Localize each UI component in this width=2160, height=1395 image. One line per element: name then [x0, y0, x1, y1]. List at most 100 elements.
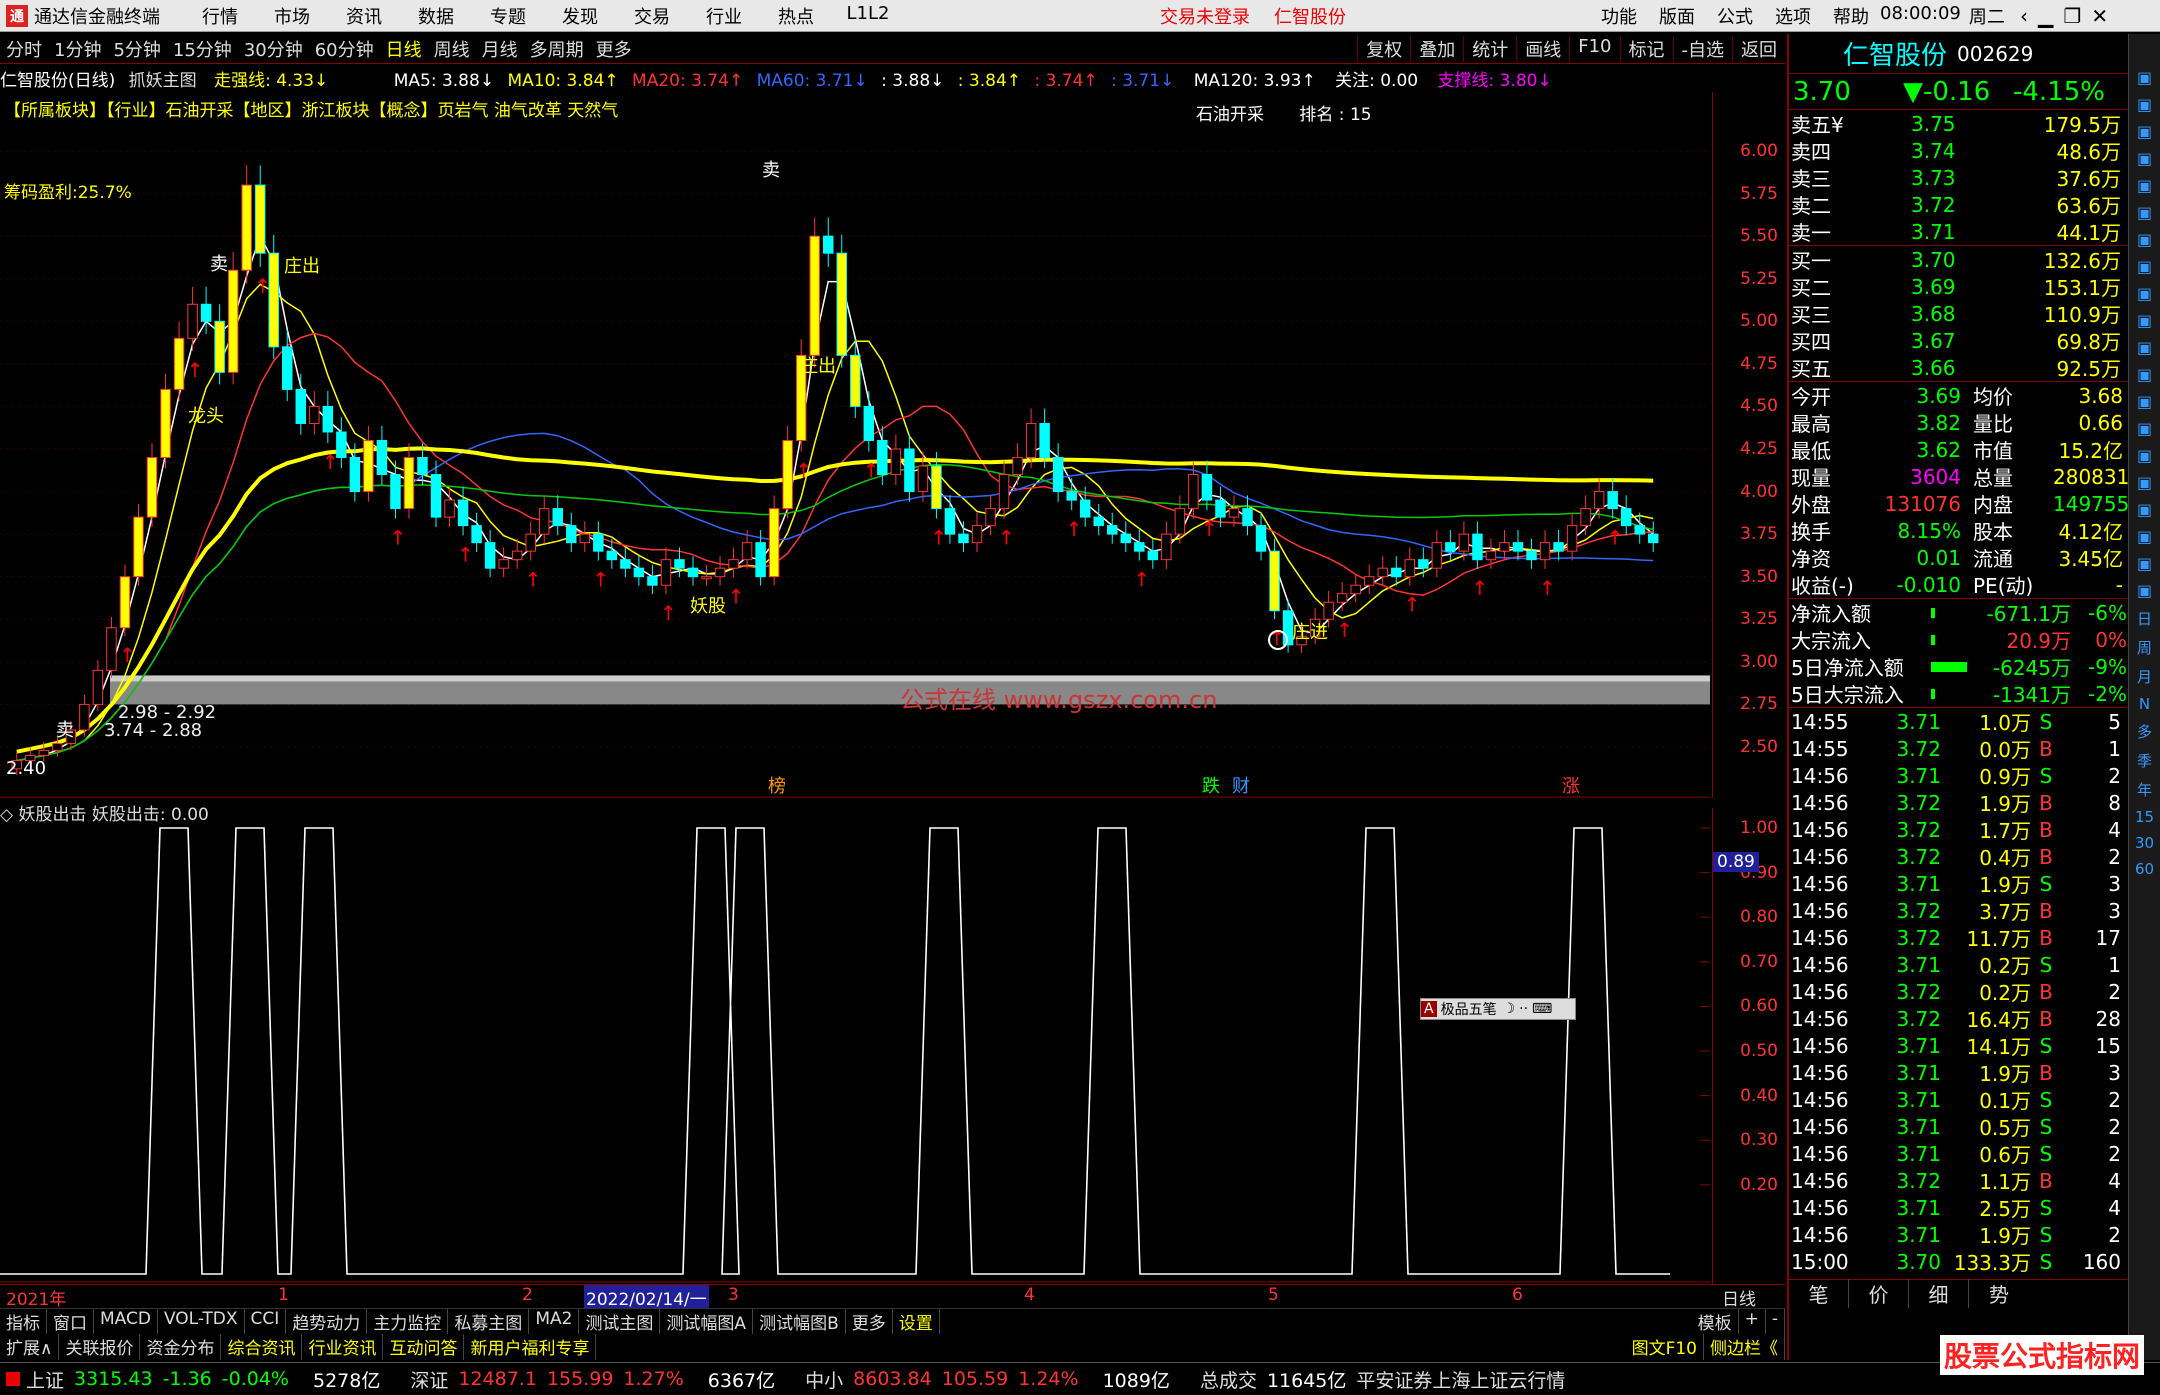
- list-icon[interactable]: ▣: [2137, 149, 2152, 168]
- menu-item[interactable]: 行情: [184, 3, 256, 29]
- sz-label[interactable]: 深证: [410, 1366, 448, 1393]
- menu-item[interactable]: 交易: [616, 3, 688, 29]
- tab-monitor[interactable]: 主力监控: [367, 1309, 449, 1334]
- tab-more[interactable]: 更多: [846, 1309, 893, 1334]
- main-indicator-name[interactable]: 抓妖主图: [129, 71, 197, 91]
- menu-function[interactable]: 功能: [1590, 3, 1648, 29]
- tab-qa[interactable]: 互动问答: [383, 1334, 465, 1360]
- tab-macd[interactable]: MACD: [94, 1309, 158, 1334]
- menu-help[interactable]: 帮助: [1822, 3, 1880, 29]
- tab-ma2[interactable]: MA2: [529, 1309, 580, 1334]
- candlestick-chart[interactable]: ↑↑↑↑↑↑↑ ↑↑↑↑ ↑↑ ↑ ↑↑↑↑ ↑↑↑ ↑↑卖卖卖庄出庄出龙头妖股庄进2.98…: [0, 92, 1710, 798]
- period-tab[interactable]: 30分钟: [238, 36, 309, 62]
- tab-test-main[interactable]: 测试主图: [579, 1309, 661, 1334]
- menu-item[interactable]: L1L2: [832, 3, 904, 29]
- pen-icon[interactable]: ▣: [2137, 500, 2152, 519]
- tab-expand[interactable]: 扩展∧: [0, 1334, 60, 1360]
- orderbook-row[interactable]: 卖三 3.73 37.6万: [1789, 164, 2127, 192]
- strip-period[interactable]: 30: [2135, 834, 2154, 852]
- period-tab[interactable]: 1分钟: [48, 36, 107, 62]
- zx-label[interactable]: 中小: [805, 1366, 843, 1393]
- sh-label[interactable]: 上证: [26, 1366, 64, 1393]
- period-tab-daily[interactable]: 日线: [380, 36, 428, 62]
- tab-trend[interactable]: 趋势动力: [286, 1309, 368, 1334]
- strip-period[interactable]: 周: [2137, 637, 2152, 658]
- menu-item[interactable]: 行业: [688, 3, 760, 29]
- period-tab[interactable]: 月线: [476, 36, 524, 62]
- tab-settings[interactable]: 设置: [893, 1309, 940, 1334]
- chart-icon[interactable]: ▣: [2137, 122, 2152, 141]
- fuquan-button[interactable]: 复权: [1357, 35, 1410, 62]
- orderbook-row[interactable]: 买五 3.66 92.5万: [1789, 354, 2127, 382]
- period-tab-more[interactable]: 更多: [590, 36, 638, 62]
- tab-f10[interactable]: 图文F10: [1626, 1334, 1704, 1360]
- strip-period[interactable]: 多: [2137, 721, 2152, 742]
- overlay-button[interactable]: 叠加: [1410, 35, 1463, 62]
- ime-toolbar[interactable]: A 极品五笔 ☽ ·· ⌨: [1420, 998, 1576, 1020]
- template-button[interactable]: 模板: [1692, 1309, 1739, 1334]
- orderbook-row[interactable]: 卖四 3.74 48.6万: [1789, 137, 2127, 165]
- tab-sidebar[interactable]: 侧边栏《: [1704, 1334, 1785, 1360]
- menu-item[interactable]: 市场: [256, 3, 328, 29]
- period-tab[interactable]: 15分钟: [167, 36, 238, 62]
- period-tab[interactable]: 分时: [0, 36, 48, 62]
- back-icon[interactable]: ‹: [2020, 4, 2028, 28]
- strip-period[interactable]: 60: [2135, 860, 2154, 878]
- period-tab[interactable]: 5分钟: [107, 36, 166, 62]
- remove-button[interactable]: -: [1766, 1309, 1785, 1334]
- menu-layout[interactable]: 版面: [1648, 3, 1706, 29]
- f10-button[interactable]: F10: [1569, 35, 1619, 62]
- punct-icon[interactable]: ··: [1519, 1001, 1528, 1017]
- tab-shi[interactable]: 势: [1969, 1279, 2029, 1308]
- menu-item[interactable]: 发现: [544, 3, 616, 29]
- tab-news[interactable]: 综合资讯: [221, 1334, 303, 1360]
- period-tab[interactable]: 周线: [428, 36, 476, 62]
- text-icon[interactable]: ▣: [2137, 338, 2152, 357]
- tab-private[interactable]: 私募主图: [448, 1309, 530, 1334]
- tab-indicator[interactable]: 指标: [0, 1309, 47, 1334]
- indicator-chart[interactable]: [0, 822, 1710, 1284]
- tab-industry-news[interactable]: 行业资讯: [302, 1334, 384, 1360]
- sync-icon[interactable]: ▣: [2137, 419, 2152, 438]
- restore-icon[interactable]: ❐: [2063, 4, 2081, 28]
- stats-button[interactable]: 统计: [1463, 35, 1516, 62]
- mail-icon[interactable]: ▣: [2137, 527, 2152, 546]
- return-button[interactable]: 返回: [1732, 35, 1785, 62]
- orderbook-row[interactable]: 买一 3.70 132.6万: [1789, 246, 2127, 274]
- orderbook-row[interactable]: 买二 3.69 153.1万: [1789, 273, 2127, 301]
- orderbook-row[interactable]: 买三 3.68 110.9万: [1789, 300, 2127, 328]
- tab-test-a[interactable]: 测试幅图A: [660, 1309, 754, 1334]
- period-tab[interactable]: 多周期: [524, 36, 590, 62]
- tab-welfare[interactable]: 新用户福利专享: [464, 1334, 597, 1360]
- mark-button[interactable]: 标记: [1619, 35, 1673, 62]
- money-icon[interactable]: ▣: [2137, 257, 2152, 276]
- menu-formula[interactable]: 公式: [1706, 3, 1764, 29]
- strip-period[interactable]: 日: [2137, 608, 2152, 629]
- square-icon[interactable]: ▣: [2137, 581, 2152, 600]
- strip-period[interactable]: 15: [2135, 808, 2154, 826]
- orderbook-row[interactable]: 卖二 3.72 63.6万: [1789, 191, 2127, 219]
- orderbook-row[interactable]: 卖一 3.71 44.1万: [1789, 218, 2127, 246]
- tab-jia[interactable]: 价: [1849, 1278, 1909, 1308]
- tab-cci[interactable]: CCI: [245, 1309, 287, 1334]
- share-icon[interactable]: ▣: [2137, 392, 2152, 411]
- expand-icon[interactable]: ▣: [2137, 473, 2152, 492]
- draw-button[interactable]: 画线: [1516, 35, 1569, 62]
- candle-icon[interactable]: ▣: [2137, 203, 2152, 222]
- tab-related[interactable]: 关联报价: [59, 1334, 141, 1360]
- menu-options[interactable]: 选项: [1764, 3, 1822, 29]
- panel-icon[interactable]: ▣: [2137, 554, 2152, 573]
- strip-period[interactable]: N: [2139, 695, 2150, 713]
- arrow-up-icon[interactable]: ▣: [2137, 95, 2152, 114]
- watchlist-button[interactable]: -自选: [1672, 35, 1733, 62]
- moon-icon[interactable]: ☽: [1503, 1001, 1516, 1017]
- f10-icon[interactable]: ▣: [2137, 365, 2152, 384]
- strip-period[interactable]: 年: [2137, 779, 2152, 800]
- menu-item[interactable]: 资讯: [328, 3, 400, 29]
- period-tab[interactable]: 60分钟: [309, 36, 380, 62]
- orderbook-row[interactable]: 卖五¥ 3.75 179.5万: [1789, 110, 2127, 138]
- strip-period[interactable]: 月: [2137, 666, 2152, 687]
- arrow-up-icon[interactable]: ▣: [2137, 68, 2152, 87]
- tab-capital[interactable]: 资金分布: [140, 1334, 222, 1360]
- keyboard-icon[interactable]: ⌨: [1532, 1001, 1552, 1017]
